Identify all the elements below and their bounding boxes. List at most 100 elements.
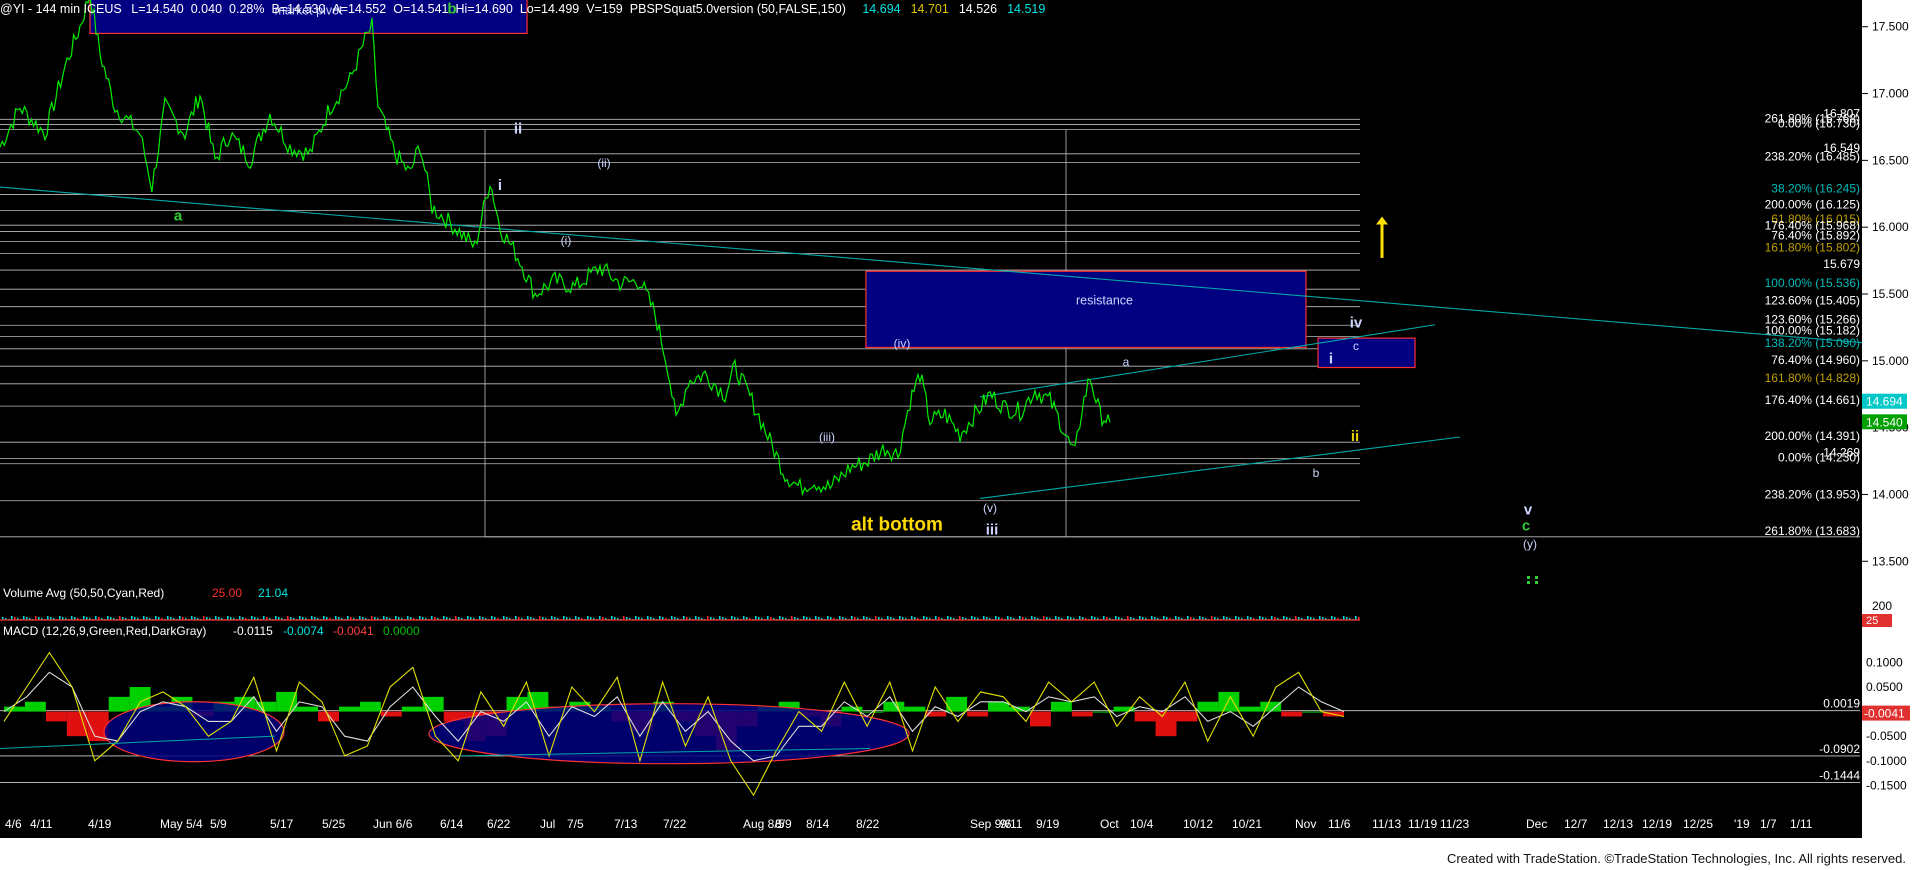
macd-histogram-bar bbox=[45, 711, 67, 722]
wave-label: iv bbox=[1350, 314, 1363, 331]
macd-histogram-bar bbox=[1155, 711, 1177, 737]
fib-label: 0.00% (14.230) bbox=[1778, 451, 1860, 465]
quote-field: V=159 bbox=[586, 2, 623, 16]
volume-value: 25.00 bbox=[212, 586, 242, 600]
time-tick-label: Oct bbox=[1100, 817, 1119, 831]
last-price-text: 14.694 bbox=[1866, 395, 1903, 409]
time-tick-label: 12/7 bbox=[1564, 817, 1588, 831]
macd-histogram-bar bbox=[1197, 701, 1219, 712]
fib-label: 38.20% (16.245) bbox=[1771, 181, 1860, 195]
time-tick-label: May 5/4 bbox=[160, 817, 203, 831]
green-dots-icon bbox=[1535, 576, 1538, 579]
quote-field: Hi=14.690 bbox=[455, 2, 513, 16]
macd-tick-label: -0.1000 bbox=[1866, 754, 1907, 768]
quote-field: A=14.552 bbox=[332, 2, 387, 16]
price-tick-label: 13.500 bbox=[1872, 554, 1909, 568]
price-axis[interactable]: 13.50014.00014.50015.00015.50016.00016.5… bbox=[1862, 0, 1920, 810]
macd-histogram-bar bbox=[1218, 691, 1240, 712]
time-tick-label: 8/9 bbox=[775, 817, 792, 831]
fib-label: 176.40% (14.661) bbox=[1765, 393, 1860, 407]
fib-label: 261.80% (13.683) bbox=[1765, 524, 1860, 538]
wave-label: c bbox=[1522, 518, 1530, 535]
macd-histogram-bar bbox=[24, 701, 46, 712]
wave-label: alt bottom bbox=[851, 515, 943, 536]
macd-histogram-bar bbox=[1134, 711, 1156, 722]
wave-label: i bbox=[1329, 350, 1333, 367]
time-tick-label: Dec bbox=[1526, 817, 1547, 831]
wave-label: v bbox=[1524, 502, 1533, 519]
zone-box bbox=[865, 270, 1307, 349]
time-tick-label: 4/6 bbox=[5, 817, 22, 831]
indicator-value: 14.694 bbox=[862, 2, 901, 16]
wave-label: a bbox=[174, 208, 183, 225]
time-tick-label: 1/7 bbox=[1760, 817, 1777, 831]
wave-label: b bbox=[1313, 466, 1320, 480]
green-dots-icon bbox=[1527, 576, 1530, 579]
wave-label: (iv) bbox=[894, 336, 911, 350]
quote-field: 0.28% bbox=[229, 2, 265, 16]
volume-tick-label: 200 bbox=[1872, 599, 1892, 613]
fib-label: 15.679 bbox=[1823, 257, 1860, 271]
time-tick-label: 8/14 bbox=[806, 817, 830, 831]
last-price-text: 14.540 bbox=[1866, 415, 1903, 429]
time-tick-label: Jul bbox=[540, 817, 555, 831]
macd-tick-label: -0.0500 bbox=[1866, 729, 1907, 743]
resistance-label: resistance bbox=[1076, 293, 1133, 307]
indicator-values: 14.694 14.701 14.526 14.519 bbox=[862, 2, 1055, 16]
macd-tick-label: 0.0500 bbox=[1866, 680, 1903, 694]
macd-tick-label: 0.1000 bbox=[1866, 655, 1903, 669]
macd-histogram-bar bbox=[359, 701, 381, 712]
volume-value: 21.04 bbox=[258, 586, 288, 600]
time-tick-label: 7/13 bbox=[614, 817, 638, 831]
chart-canvas[interactable]: 16.807261.80% (16.768)0.00% (16.730)16.5… bbox=[0, 0, 1920, 870]
time-tick-label: 11/6 bbox=[1328, 817, 1351, 831]
time-tick-label: 6/22 bbox=[487, 817, 511, 831]
chart-background bbox=[0, 0, 1920, 870]
fib-label: 161.80% (14.828) bbox=[1765, 371, 1860, 385]
macd-histogram-bar bbox=[1092, 711, 1114, 713]
green-dots-icon bbox=[1527, 581, 1530, 584]
wave-label: c bbox=[1353, 339, 1359, 353]
macd-histogram-bar bbox=[1260, 701, 1282, 712]
fib-label: 161.80% (15.802) bbox=[1765, 241, 1860, 255]
time-tick-label: 10/4 bbox=[1130, 817, 1154, 831]
price-tick-label: 15.500 bbox=[1872, 287, 1909, 301]
macd-histogram-bar bbox=[339, 706, 360, 712]
time-tick-label: 12/25 bbox=[1683, 817, 1713, 831]
macd-histogram-bar bbox=[1050, 701, 1072, 712]
time-tick-label: 8/22 bbox=[856, 817, 880, 831]
fib-label: 123.60% (15.405) bbox=[1765, 294, 1860, 308]
fib-label: 100.00% (15.536) bbox=[1765, 276, 1860, 290]
time-tick-label: 5/9 bbox=[210, 817, 227, 831]
time-tick-label: 4/11 bbox=[30, 817, 53, 831]
time-tick-label: 11/23 bbox=[1440, 817, 1469, 831]
time-tick-label: '19 bbox=[1734, 817, 1750, 831]
time-tick-label: 11/13 bbox=[1372, 817, 1401, 831]
quote-field: Lo=14.499 bbox=[519, 2, 580, 16]
wave-label: (iii) bbox=[819, 430, 835, 444]
time-tick-label: 5/25 bbox=[322, 817, 346, 831]
time-tick-label: Jun 6/6 bbox=[373, 817, 413, 831]
macd-level-label: -0.0902 bbox=[1819, 742, 1860, 756]
macd-value: 0.0000 bbox=[383, 624, 420, 638]
macd-value: -0.0115 bbox=[233, 624, 273, 638]
wave-label: a bbox=[1123, 355, 1130, 369]
symbol-title: @YI - 144 min ICEUS bbox=[0, 2, 122, 16]
chart-header: @YI - 144 min ICEUS L=14.540 0.040 0.28% B=… bbox=[0, 0, 1061, 18]
volume-tick-label: 25 bbox=[1866, 615, 1878, 627]
macd-title: MACD (12,26,9,Green,Red,DarkGray) bbox=[3, 624, 206, 638]
wave-label: i bbox=[498, 177, 502, 194]
fib-label: 238.20% (16.485) bbox=[1765, 149, 1860, 163]
indicator-value: 14.519 bbox=[1007, 2, 1046, 16]
price-tick-label: 14.000 bbox=[1872, 487, 1909, 501]
time-tick-label: 10/21 bbox=[1232, 817, 1262, 831]
green-dots-icon bbox=[1535, 581, 1538, 584]
time-tick-label: 7/22 bbox=[663, 817, 687, 831]
time-tick-label: 9/19 bbox=[1036, 817, 1060, 831]
macd-histogram-bar bbox=[1302, 711, 1324, 713]
time-tick-label: 6/14 bbox=[440, 817, 464, 831]
fib-label: 76.40% (14.960) bbox=[1771, 353, 1860, 367]
wave-label: ii bbox=[514, 121, 522, 138]
price-tick-label: 15.000 bbox=[1872, 354, 1909, 368]
macd-histogram-bar bbox=[297, 706, 319, 712]
